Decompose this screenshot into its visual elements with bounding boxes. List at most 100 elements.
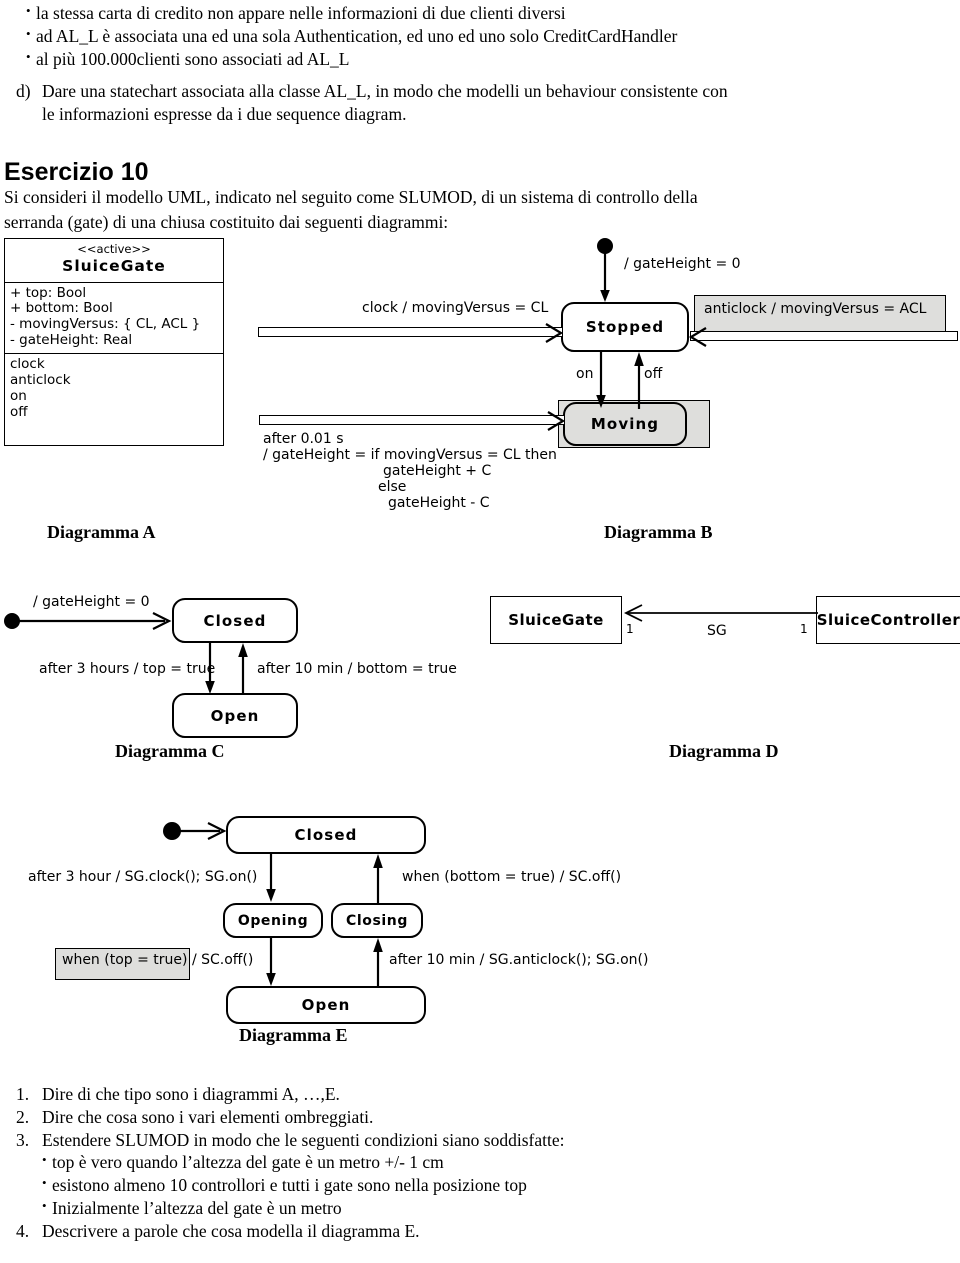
intro-bullet-list: • la stessa carta di credito non appare …: [26, 2, 956, 70]
association-name-d: SG: [707, 623, 727, 639]
class-box-sluicecontroller-d-label: SluiceController: [816, 611, 960, 629]
class-operations: clock anticlock on off: [5, 354, 223, 425]
state-opening-e: Opening: [223, 903, 323, 938]
transition-arrow-open-closed-c: [238, 643, 248, 695]
list-item: • esistono almeno 10 controllori e tutti…: [42, 1174, 960, 1197]
caption-diagramma-d: Diagramma D: [669, 741, 779, 761]
transition-arrowhead-after: [547, 411, 566, 431]
question-text: Dire che cosa sono i vari elementi ombre…: [42, 1106, 374, 1127]
transition-arrow-closing-closed-e: [373, 854, 383, 903]
bullet-icon: •: [42, 1175, 47, 1190]
state-open-c: Open: [172, 693, 298, 738]
transition-label-after-line4: else: [378, 479, 407, 495]
attribute-row: + bottom: Bool: [10, 300, 113, 317]
transition-bar-clock: [258, 327, 563, 337]
transition-label-anticlock: anticlock / movingVersus = ACL: [704, 301, 927, 317]
caption-diagramma-b: Diagramma B: [604, 522, 713, 542]
class-box-sluicegate-d: SluiceGate: [490, 596, 622, 644]
question-number: 3.: [16, 1129, 30, 1150]
question-text: Descrivere a parole che cosa modella il …: [42, 1220, 420, 1241]
question-number: 2.: [16, 1106, 30, 1127]
bullet-icon: •: [42, 1197, 47, 1213]
list-item: 2. Dire che cosa sono i vari elementi om…: [16, 1106, 960, 1129]
operation-row: anticlock: [10, 372, 71, 389]
item-d-block: d) Dare una statechart associata alla cl…: [16, 80, 960, 126]
transition-arrow-closed-opening-e: [266, 854, 276, 902]
initial-state-dot-c: [4, 613, 20, 629]
intro-bullet-text: la stessa carta di credito non appare ne…: [36, 3, 566, 23]
caption-diagramma-e: Diagramma E: [239, 1025, 348, 1045]
q3-bullet-text: esistono almeno 10 controllori e tutti i…: [52, 1175, 527, 1195]
state-closed-e: Closed: [226, 816, 426, 854]
multiplicity-right-d: 1: [800, 622, 808, 636]
esercizio-line2: serranda (gate) di una chiusa costituito…: [4, 212, 449, 232]
list-item: 4. Descrivere a parole che cosa modella …: [16, 1220, 960, 1243]
initial-transition-arrow-e: [180, 822, 227, 840]
transition-label-on: on: [576, 366, 594, 382]
transition-arrow-on: [596, 352, 606, 408]
class-box-sluicegate-d-label: SluiceGate: [508, 611, 604, 629]
initial-transition-label-c: / gateHeight = 0: [33, 594, 150, 610]
operation-row: off: [10, 404, 28, 421]
list-item: 3. Estendere SLUMOD in modo che le segue…: [16, 1129, 960, 1152]
list-item: • ad AL_L è associata una ed una sola Au…: [26, 25, 956, 48]
state-moving: Moving: [563, 402, 687, 446]
list-item: 1. Dire di che tipo sono i diagrammi A, …: [16, 1083, 960, 1106]
transition-label-after-line5: gateHeight - C: [388, 495, 490, 511]
initial-transition-arrow-b: [600, 252, 610, 302]
state-open-e-label: Open: [301, 996, 351, 1014]
transition-arrowhead-clock: [545, 323, 564, 343]
question-number: 1.: [16, 1084, 30, 1104]
state-open-e: Open: [226, 986, 426, 1024]
transition-arrowhead-anticlock: [688, 327, 707, 347]
state-closing-e: Closing: [331, 903, 423, 938]
list-item: • Inizialmente l’altezza del gate è un m…: [42, 1197, 960, 1220]
state-closed-c: Closed: [172, 598, 298, 643]
state-closing-e-label: Closing: [345, 912, 408, 929]
transition-label-closed-opening-e: after 3 hour / SG.clock(); SG.on(): [28, 869, 258, 885]
class-attributes: + top: Bool + bottom: Bool - movingVersu…: [5, 283, 223, 355]
intro-bullet-text: ad AL_L è associata una ed una sola Auth…: [36, 25, 678, 46]
question-number: 4.: [16, 1220, 30, 1241]
class-box-header: <<active>> SluiceGate: [5, 239, 223, 283]
caption-diagramma-c: Diagramma C: [115, 741, 225, 761]
transition-label-open-closing-e: after 10 min / SG.anticlock(); SG.on(): [389, 952, 649, 968]
multiplicity-left-d: 1: [626, 622, 634, 636]
q3-bullet-text: Inizialmente l’altezza del gate è un met…: [52, 1197, 342, 1218]
attribute-row: - gateHeight: Real: [10, 332, 133, 349]
transition-bar-anticlock: [690, 331, 958, 341]
bullet-icon: •: [26, 3, 31, 18]
q3-bullet-text: top è vero quando l’altezza del gate è u…: [52, 1152, 444, 1173]
class-stereotype: <<active>>: [77, 242, 151, 256]
bullet-icon: •: [26, 25, 31, 41]
state-stopped: Stopped: [561, 302, 689, 352]
item-d-row: d) Dare una statechart associata alla cl…: [16, 80, 960, 126]
page-title: Esercizio 10: [4, 158, 149, 186]
state-moving-label: Moving: [590, 415, 660, 433]
list-item: • top è vero quando l’altezza del gate è…: [42, 1151, 960, 1174]
initial-transition-label-b: / gateHeight = 0: [624, 256, 741, 272]
state-open-c-label: Open: [210, 706, 260, 725]
state-stopped-label: Stopped: [585, 318, 665, 336]
item-d-line1: Dare una statechart associata alla class…: [42, 81, 728, 101]
transition-arrow-opening-open-e: [266, 938, 276, 986]
attribute-row: - movingVersus: { CL, ACL }: [10, 316, 201, 333]
transition-label-after-line1: after 0.01 s: [263, 431, 344, 447]
list-item: • al più 100.000clienti sono associati a…: [26, 48, 956, 71]
question-text: Dire di che tipo sono i diagrammi A, …,E…: [42, 1084, 340, 1104]
association-line-d: [623, 604, 818, 622]
item-d-line2: le informazioni espresse da i due sequen…: [42, 103, 407, 124]
class-box-sluicecontroller-d: SluiceController: [816, 596, 960, 644]
class-box-sluicegate: <<active>> SluiceGate + top: Bool + bott…: [4, 238, 224, 446]
bullet-icon: •: [42, 1152, 47, 1168]
question-text: Estendere SLUMOD in modo che le seguenti…: [42, 1129, 565, 1150]
attribute-row: + top: Bool: [10, 284, 87, 301]
transition-bar-after: [259, 415, 565, 425]
item-d-marker: d): [16, 81, 31, 101]
caption-diagramma-a: Diagramma A: [47, 522, 156, 542]
questions-list: 1. Dire di che tipo sono i diagrammi A, …: [16, 1083, 960, 1242]
transition-label-off: off: [644, 366, 663, 382]
state-opening-e-label: Opening: [237, 912, 309, 929]
transition-arrow-open-closing-e: [373, 938, 383, 987]
transition-label-after-line3: gateHeight + C: [383, 463, 492, 479]
